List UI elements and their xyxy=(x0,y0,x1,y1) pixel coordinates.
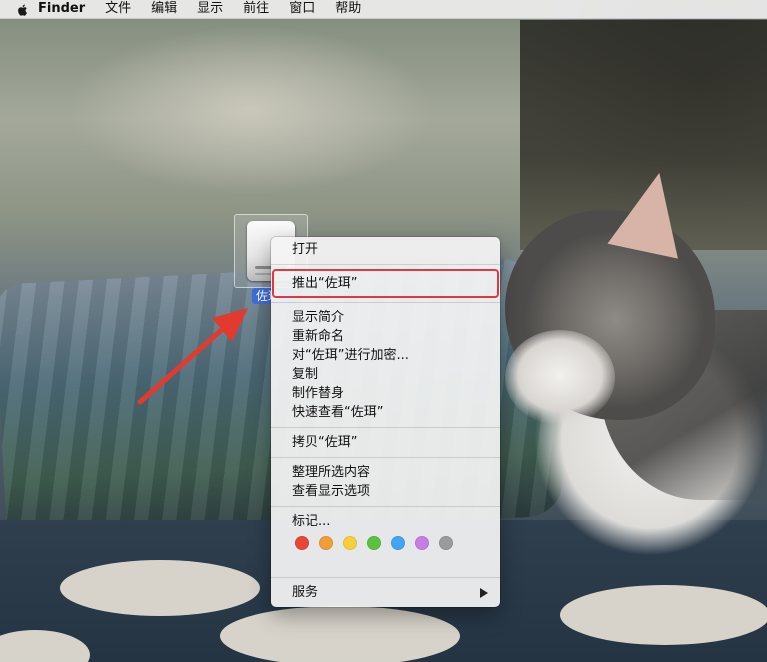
wallpaper-cat-face xyxy=(505,330,615,425)
menu-item-make-alias[interactable]: 制作替身 xyxy=(271,384,500,403)
menu-item-view-options[interactable]: 查看显示选项 xyxy=(271,482,500,501)
menu-item-duplicate[interactable]: 复制 xyxy=(271,365,500,384)
menu-item-get-info[interactable]: 显示简介 xyxy=(271,308,500,327)
menu-item-copy[interactable]: 拷贝“佐珥” xyxy=(271,433,500,452)
menu-item-rename[interactable]: 重新命名 xyxy=(271,327,500,346)
menu-item-clean-up[interactable]: 整理所选内容 xyxy=(271,463,500,482)
menu-item-open[interactable]: 打开 xyxy=(271,240,500,259)
menu-edit[interactable]: 编辑 xyxy=(151,0,177,18)
menu-separator xyxy=(271,264,500,265)
tag-purple-dot[interactable] xyxy=(415,536,429,550)
menu-separator xyxy=(271,302,500,303)
menu-item-eject[interactable]: 推出“佐珥” xyxy=(272,269,499,298)
tag-blue-dot[interactable] xyxy=(391,536,405,550)
menu-separator xyxy=(271,506,500,507)
menu-separator xyxy=(271,457,500,458)
menu-app-finder[interactable]: Finder xyxy=(38,0,85,18)
tag-color-row xyxy=(271,531,500,555)
menu-item-quick-look[interactable]: 快速查看“佐珥” xyxy=(271,403,500,422)
wallpaper-dot xyxy=(60,560,260,616)
menu-item-encrypt[interactable]: 对“佐珥”进行加密... xyxy=(271,346,500,365)
tag-yellow-dot[interactable] xyxy=(343,536,357,550)
context-menu: 打开 推出“佐珥” 显示简介 重新命名 对“佐珥”进行加密... 复制 制作替身… xyxy=(271,237,500,607)
tag-gray-dot[interactable] xyxy=(439,536,453,550)
menu-item-services[interactable]: 服务 xyxy=(271,583,500,602)
menu-view[interactable]: 显示 xyxy=(197,0,223,18)
menu-bar: Finder 文件 编辑 显示 前往 窗口 帮助 xyxy=(0,0,767,19)
tag-green-dot[interactable] xyxy=(367,536,381,550)
tag-orange-dot[interactable] xyxy=(319,536,333,550)
tag-red-dot[interactable] xyxy=(295,536,309,550)
menu-go[interactable]: 前往 xyxy=(243,0,269,18)
wallpaper-dot xyxy=(220,606,460,662)
menu-file[interactable]: 文件 xyxy=(105,0,131,18)
menu-item-services-label: 服务 xyxy=(292,585,319,600)
menu-separator xyxy=(271,577,500,578)
apple-icon[interactable] xyxy=(16,2,30,16)
menu-separator xyxy=(271,427,500,428)
menu-item-tags[interactable]: 标记... xyxy=(271,512,500,531)
menu-help[interactable]: 帮助 xyxy=(335,0,361,18)
menu-window[interactable]: 窗口 xyxy=(289,0,315,18)
submenu-arrow-icon xyxy=(480,588,488,598)
